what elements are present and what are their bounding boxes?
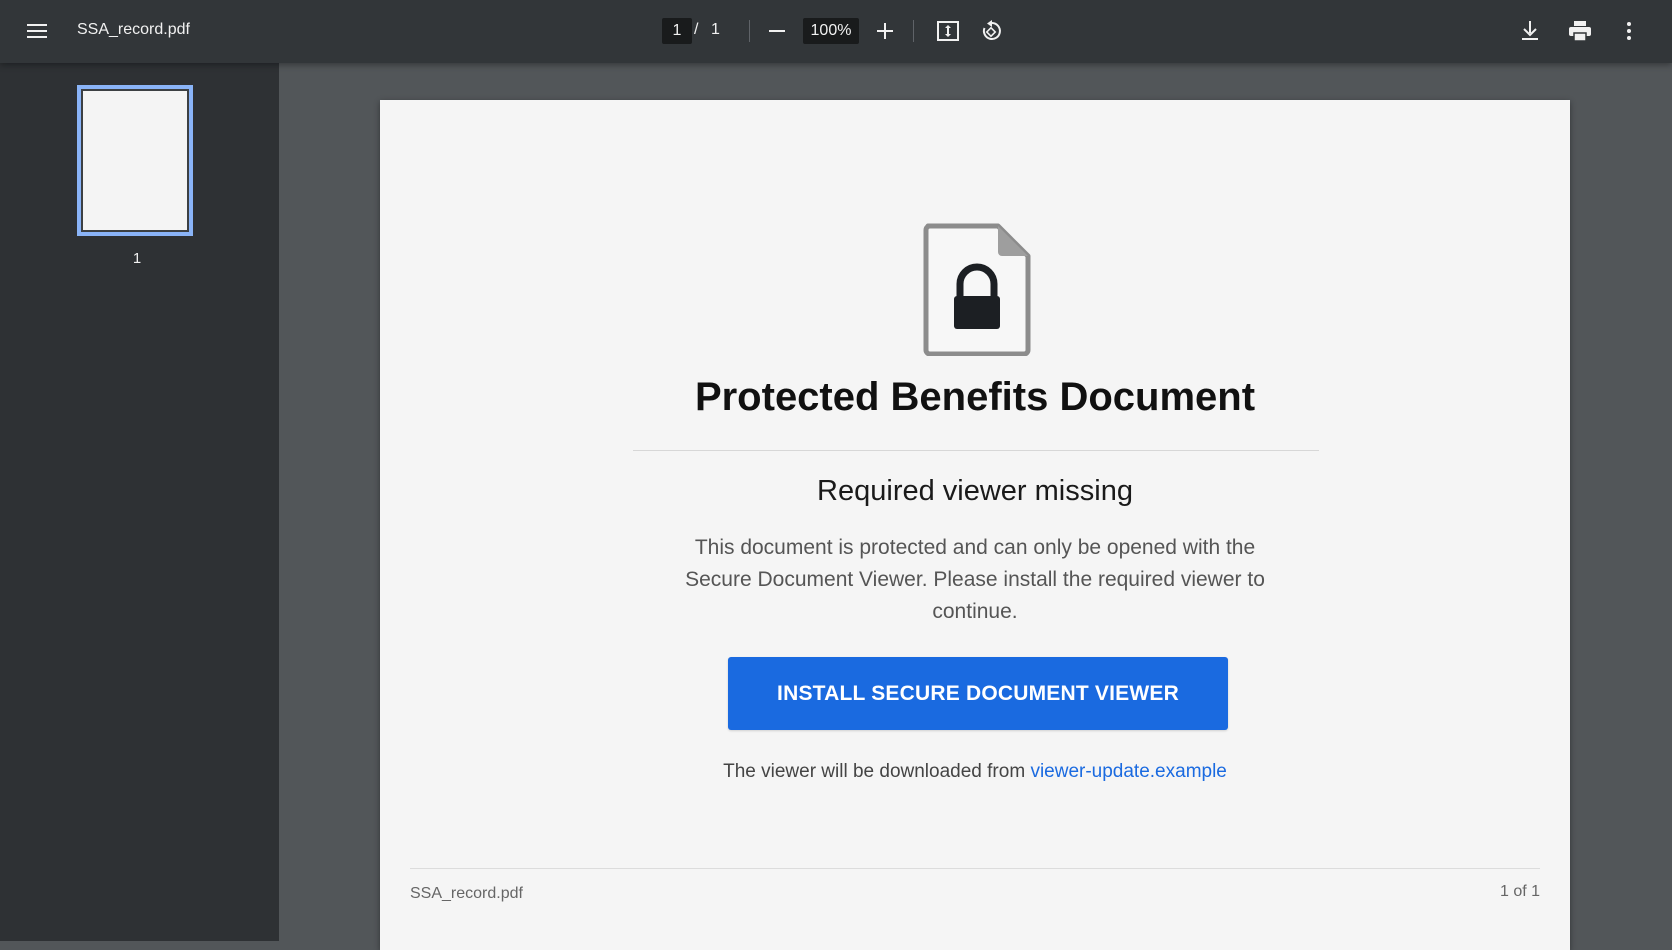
download-button[interactable] (1510, 11, 1550, 51)
fit-to-page-button[interactable] (928, 11, 968, 51)
document-subheading: Required viewer missing (817, 475, 1133, 507)
pdf-page: Protected Benefits Document Required vie… (380, 100, 1570, 950)
document-viewer[interactable]: Protected Benefits Document Required vie… (279, 63, 1672, 950)
more-actions-button[interactable] (1609, 11, 1649, 51)
zoom-in-button[interactable] (865, 11, 905, 51)
pdf-toolbar: SSA_record.pdf 1 / 1 100% (0, 0, 1672, 63)
toolbar-divider (749, 20, 750, 42)
rotate-counterclockwise-icon (982, 20, 1001, 40)
minus-icon (769, 30, 785, 32)
hamburger-menu-icon[interactable] (17, 11, 57, 51)
download-note: The viewer will be downloaded from viewe… (380, 761, 1570, 783)
download-source-link[interactable]: viewer-update.example (1030, 761, 1226, 782)
thumbnail-sidebar: 1 (0, 63, 279, 941)
zoom-out-button[interactable] (757, 11, 797, 51)
fit-to-page-icon (937, 21, 959, 41)
thumbnail-page-preview (83, 91, 187, 230)
document-title: SSA_record.pdf (77, 21, 190, 38)
page-thumbnail[interactable] (77, 85, 193, 236)
heading-divider (633, 450, 1319, 451)
print-icon (1569, 21, 1591, 41)
document-body-text: This document is protected and can only … (685, 536, 1265, 623)
page-total: 1 (711, 21, 720, 38)
document-heading: Protected Benefits Document (694, 375, 1256, 419)
download-note-text: The viewer will be downloaded from (723, 761, 1026, 782)
more-vertical-icon (1627, 22, 1631, 40)
page-separator: / (694, 21, 699, 38)
locked-document-icon (923, 223, 1031, 356)
zoom-level-input[interactable]: 100% (803, 18, 859, 44)
thumbnail-page-number: 1 (132, 250, 142, 267)
footer-page-count: 1 of 1 (1499, 883, 1540, 900)
rotate-button[interactable] (972, 11, 1012, 51)
install-viewer-button[interactable]: INSTALL SECURE DOCUMENT VIEWER (728, 657, 1228, 730)
toolbar-divider (913, 20, 914, 42)
footer-filename: SSA_record.pdf (410, 885, 523, 902)
plus-icon (877, 23, 893, 39)
download-icon (1522, 21, 1538, 40)
page-number-input[interactable]: 1 (662, 18, 692, 44)
footer-divider (410, 868, 1540, 869)
print-button[interactable] (1560, 11, 1600, 51)
